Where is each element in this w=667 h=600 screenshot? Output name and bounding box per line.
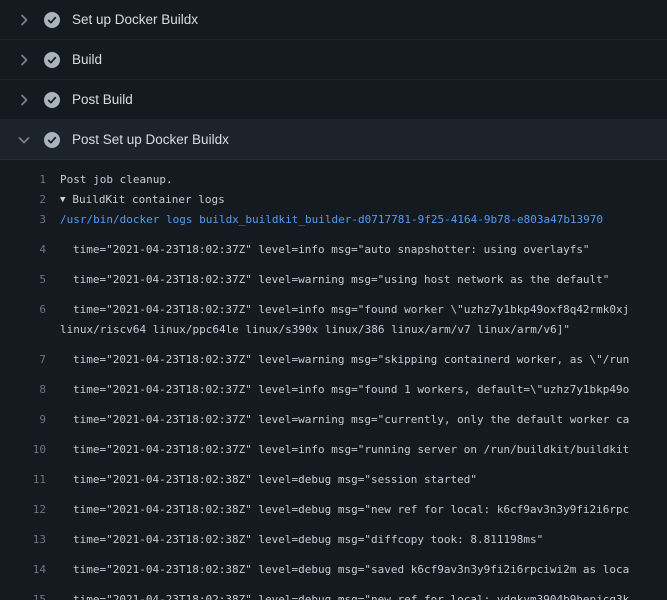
line-number[interactable]: 12 bbox=[0, 500, 46, 520]
line-text-content: time="2021-04-23T18:02:38Z" level=debug … bbox=[60, 503, 629, 516]
log-line: 1 Post job cleanup. bbox=[0, 170, 667, 190]
log-line: 4 time="2021-04-23T18:02:37Z" level=info… bbox=[0, 230, 667, 260]
line-text-content: BuildKit container logs bbox=[72, 193, 224, 206]
step-row-2[interactable]: Post Build bbox=[0, 80, 667, 120]
chevron-icon bbox=[16, 92, 32, 108]
step-row-3[interactable]: Post Set up Docker Buildx bbox=[0, 120, 667, 160]
line-text: time="2021-04-23T18:02:37Z" level=info m… bbox=[60, 380, 629, 400]
line-number[interactable]: 15 bbox=[0, 590, 46, 600]
line-text: time="2021-04-23T18:02:37Z" level=info m… bbox=[60, 440, 629, 460]
line-text-content: time="2021-04-23T18:02:37Z" level=info m… bbox=[60, 303, 629, 316]
line-text-content: time="2021-04-23T18:02:38Z" level=debug … bbox=[60, 593, 629, 600]
line-number[interactable]: 8 bbox=[0, 380, 46, 400]
line-number[interactable]: 4 bbox=[0, 240, 46, 260]
line-text: ▼ BuildKit container logs bbox=[60, 190, 225, 210]
line-number[interactable]: 5 bbox=[0, 270, 46, 290]
line-text: time="2021-04-23T18:02:38Z" level=debug … bbox=[60, 560, 629, 580]
step-label: Build bbox=[72, 52, 102, 67]
log-line: linux/riscv64 linux/ppc64le linux/s390x … bbox=[0, 320, 667, 340]
line-text: time="2021-04-23T18:02:37Z" level=info m… bbox=[60, 240, 590, 260]
line-text: time="2021-04-23T18:02:38Z" level=debug … bbox=[60, 470, 477, 490]
line-number[interactable]: 2 bbox=[0, 190, 46, 210]
line-number[interactable]: 13 bbox=[0, 530, 46, 550]
line-number[interactable]: 1 bbox=[0, 170, 46, 190]
line-number[interactable]: 7 bbox=[0, 350, 46, 370]
step-label: Set up Docker Buildx bbox=[72, 12, 198, 27]
line-text-content: time="2021-04-23T18:02:37Z" level=warnin… bbox=[60, 413, 629, 426]
log-line: 5 time="2021-04-23T18:02:37Z" level=warn… bbox=[0, 260, 667, 290]
log-line: 6 time="2021-04-23T18:02:37Z" level=info… bbox=[0, 290, 667, 320]
chevron-icon bbox=[16, 12, 32, 28]
line-text: time="2021-04-23T18:02:38Z" level=debug … bbox=[60, 530, 543, 550]
log-line: 7 time="2021-04-23T18:02:37Z" level=warn… bbox=[0, 340, 667, 370]
line-number[interactable] bbox=[0, 320, 46, 340]
line-text: time="2021-04-23T18:02:37Z" level=info m… bbox=[60, 300, 629, 320]
line-text-content: time="2021-04-23T18:02:38Z" level=debug … bbox=[60, 533, 543, 546]
line-text: Post job cleanup. bbox=[60, 170, 173, 190]
line-text: time="2021-04-23T18:02:37Z" level=warnin… bbox=[60, 270, 609, 290]
line-text-content: time="2021-04-23T18:02:37Z" level=info m… bbox=[60, 383, 629, 396]
log-line: 3 /usr/bin/docker logs buildx_buildkit_b… bbox=[0, 210, 667, 230]
line-number[interactable]: 14 bbox=[0, 560, 46, 580]
line-number[interactable]: 9 bbox=[0, 410, 46, 430]
line-text-content: time="2021-04-23T18:02:37Z" level=info m… bbox=[60, 243, 590, 256]
line-number[interactable]: 10 bbox=[0, 440, 46, 460]
check-circle-icon bbox=[44, 92, 60, 108]
line-text-content: time="2021-04-23T18:02:37Z" level=info m… bbox=[60, 443, 629, 456]
line-text: time="2021-04-23T18:02:37Z" level=warnin… bbox=[60, 410, 629, 430]
group-toggle-icon[interactable]: ▼ bbox=[60, 195, 65, 205]
line-text-content: Post job cleanup. bbox=[60, 173, 173, 186]
log-viewer: 1 Post job cleanup. 2 ▼ BuildKit containe… bbox=[0, 160, 667, 600]
check-circle-icon bbox=[44, 132, 60, 148]
chevron-icon bbox=[16, 52, 32, 68]
step-row-1[interactable]: Build bbox=[0, 40, 667, 80]
line-text-content: linux/riscv64 linux/ppc64le linux/s390x … bbox=[60, 323, 570, 336]
step-row-0[interactable]: Set up Docker Buildx bbox=[0, 0, 667, 40]
log-line: 14 time="2021-04-23T18:02:38Z" level=deb… bbox=[0, 550, 667, 580]
log-line: 15 time="2021-04-23T18:02:38Z" level=deb… bbox=[0, 580, 667, 600]
line-text: linux/riscv64 linux/ppc64le linux/s390x … bbox=[60, 320, 570, 340]
log-line: 9 time="2021-04-23T18:02:37Z" level=warn… bbox=[0, 400, 667, 430]
check-circle-icon bbox=[44, 12, 60, 28]
line-text-content: time="2021-04-23T18:02:37Z" level=warnin… bbox=[60, 273, 609, 286]
line-text-content: time="2021-04-23T18:02:38Z" level=debug … bbox=[60, 473, 477, 486]
line-text: time="2021-04-23T18:02:38Z" level=debug … bbox=[60, 500, 629, 520]
line-number[interactable]: 3 bbox=[0, 210, 46, 230]
log-line: 12 time="2021-04-23T18:02:38Z" level=deb… bbox=[0, 490, 667, 520]
line-text-content: time="2021-04-23T18:02:38Z" level=debug … bbox=[60, 563, 629, 576]
log-line: 11 time="2021-04-23T18:02:38Z" level=deb… bbox=[0, 460, 667, 490]
step-label: Post Build bbox=[72, 92, 133, 107]
line-number[interactable]: 11 bbox=[0, 470, 46, 490]
steps-list: Set up Docker Buildx Build P bbox=[0, 0, 667, 160]
line-text: time="2021-04-23T18:02:37Z" level=warnin… bbox=[60, 350, 629, 370]
line-text: time="2021-04-23T18:02:38Z" level=debug … bbox=[60, 590, 629, 600]
log-line: 2 ▼ BuildKit container logs bbox=[0, 190, 667, 210]
log-line: 10 time="2021-04-23T18:02:37Z" level=inf… bbox=[0, 430, 667, 460]
step-label: Post Set up Docker Buildx bbox=[72, 132, 229, 147]
log-line: 13 time="2021-04-23T18:02:38Z" level=deb… bbox=[0, 520, 667, 550]
line-text-content: time="2021-04-23T18:02:37Z" level=warnin… bbox=[60, 353, 629, 366]
check-circle-icon bbox=[44, 52, 60, 68]
line-number[interactable]: 6 bbox=[0, 300, 46, 320]
log-line: 8 time="2021-04-23T18:02:37Z" level=info… bbox=[0, 370, 667, 400]
chevron-icon bbox=[16, 132, 32, 148]
line-text-content: /usr/bin/docker logs buildx_buildkit_bui… bbox=[60, 213, 603, 226]
line-text: /usr/bin/docker logs buildx_buildkit_bui… bbox=[60, 210, 603, 230]
